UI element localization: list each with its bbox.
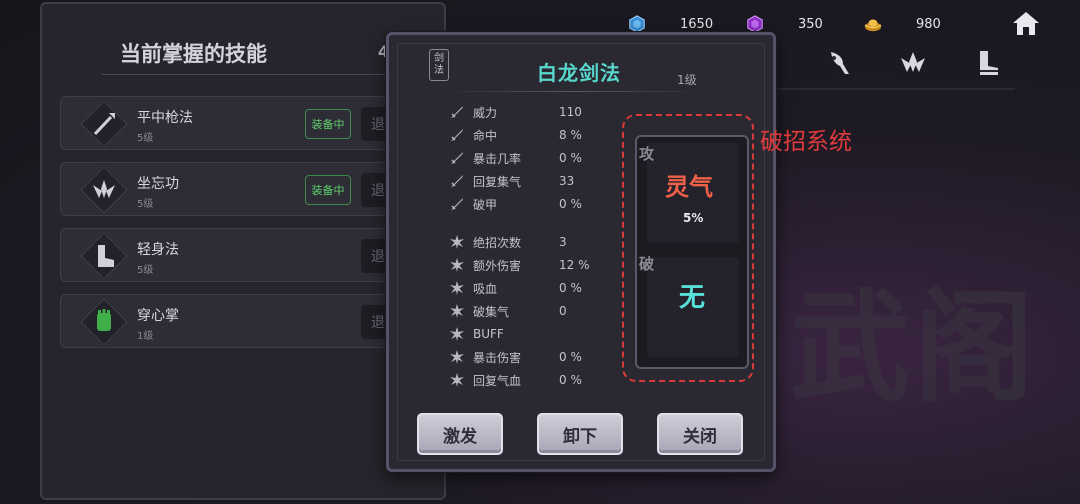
sword-icon [451,106,463,118]
skill-level: 5级 [137,265,154,276]
stat-label: 命中 [473,128,498,143]
stat-label: 额外伤害 [473,258,522,273]
stat-armor-break: 破甲 0 % [449,195,582,213]
burst-icon [450,327,464,341]
spear-category-icon[interactable] [825,48,855,78]
stat-value: 0 [559,304,567,318]
activate-button[interactable]: 激发 [417,413,503,455]
palm-icon [97,309,111,331]
purple-gem-icon [747,15,763,33]
currency-purple-gem: 350 [746,15,838,33]
stat-label: 绝招次数 [473,235,522,250]
stat-accuracy: 命中 8 % [449,126,582,144]
category-divider [775,88,1015,90]
spear-icon [93,113,115,136]
equipped-badge: 装备中 [305,109,351,139]
stat-label: 回复气血 [473,373,522,388]
home-icon[interactable] [1012,10,1040,36]
category-badge: 剑法 [429,49,449,81]
boot-category-icon[interactable] [972,48,1002,78]
stat-label: BUFF [473,327,504,341]
stat-power: 威力 110 [449,103,582,121]
stat-value: 3 [559,235,567,249]
stat-label: 吸血 [473,281,498,296]
stat-value: 110 [559,105,582,119]
title-divider [102,74,402,75]
unequip-button[interactable]: 卸下 [537,413,623,455]
skill-row-chuanxin[interactable]: 穿心掌 1级 退 [60,294,440,348]
burst-icon [450,373,464,387]
lotus-category-icon[interactable] [898,48,928,78]
skill-title: 白龙剑法 [537,61,621,85]
equipped-badge: 装备中 [305,175,351,205]
skill-name: 穿心掌 [137,308,179,324]
stat-value: 0 % [559,350,582,364]
burst-icon [450,235,464,249]
gold-ingot-icon [864,19,882,32]
stat-lifesteal: 吸血 0 % [449,279,582,297]
stat-hp-recovery: 回复气血 0 % [449,371,582,389]
skill-level: 1级 [677,73,697,87]
burst-icon [450,304,464,318]
stat-buff: BUFF [449,325,559,343]
sword-icon [451,175,463,187]
skill-row-zuowang[interactable]: 坐忘功 5级 装备中 退 [60,162,440,216]
stat-crit-rate: 暴击几率 0 % [449,149,582,167]
boot-icon [98,245,114,267]
annotation-highlight-box [622,114,754,382]
skill-name: 平中枪法 [137,110,193,126]
stat-label: 破集气 [473,304,510,319]
burst-icon [450,350,464,364]
skill-name: 轻身法 [137,242,179,258]
stat-value: 0 % [559,281,582,295]
stat-value: 0 % [559,197,582,211]
background-watermark: 武阁 [790,279,1038,418]
stat-value: 12 % [559,258,590,272]
stat-value: 8 % [559,128,582,142]
currency-value: 350 [798,16,823,32]
skill-level: 5级 [137,133,154,144]
skill-name: 坐忘功 [137,176,179,192]
burst-icon [450,281,464,295]
sword-icon [451,152,463,164]
stat-label: 威力 [473,105,498,120]
stat-extra-damage: 额外伤害 12 % [449,256,590,274]
stat-label: 破甲 [473,197,498,212]
stat-label: 暴击伤害 [473,350,522,365]
skill-row-pingzhong[interactable]: 平中枪法 5级 装备中 退 [60,96,440,150]
stat-ultimate-count: 绝招次数 3 [449,233,567,251]
stat-value: 33 [559,174,575,188]
stat-label: 回复集气 [473,174,522,189]
currency-value: 1650 [680,16,714,32]
currency-blue-gem: 1650 [628,15,720,33]
stat-qi-recovery: 回复集气 33 [449,172,574,190]
stat-value: 0 % [559,373,582,387]
sword-icon [451,198,463,210]
title-divider [443,91,703,92]
annotation-label: 破招系统 [760,129,852,155]
blue-gem-icon [629,15,645,33]
sword-icon [451,129,463,141]
stat-value: 0 % [559,151,582,165]
skill-row-qingshen[interactable]: 轻身法 5级 退 [60,228,440,282]
stat-crit-damage: 暴击伤害 0 % [449,348,582,366]
close-button[interactable]: 关闭 [657,413,743,455]
stat-label: 暴击几率 [473,151,522,166]
currency-value: 980 [916,16,941,32]
skill-level: 5级 [137,199,154,210]
skill-level: 1级 [137,331,154,342]
burst-icon [450,258,464,272]
skills-panel-title: 当前掌握的技能 [120,42,267,66]
currency-gold-ingot: 980 [864,15,956,33]
lotus-icon [93,180,115,198]
stat-qi-break: 破集气 0 [449,302,567,320]
